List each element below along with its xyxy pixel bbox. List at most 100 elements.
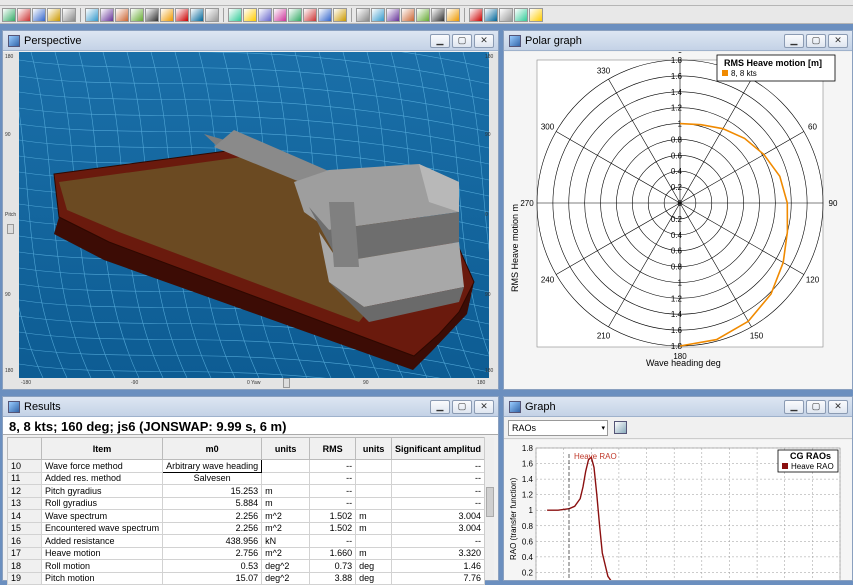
toolbar-button-icon[interactable] — [160, 7, 174, 22]
table-cell[interactable]: deg^2 — [261, 571, 311, 585]
table-cell[interactable]: -- — [391, 534, 485, 548]
table-cell[interactable]: 15.253 — [162, 484, 263, 498]
table-cell[interactable]: 3.320 — [391, 546, 485, 560]
table-cell[interactable]: Wave spectrum — [40, 509, 164, 523]
toolbar-button-icon[interactable] — [446, 7, 460, 22]
toolbar-button-icon[interactable] — [243, 7, 257, 22]
toolbar-button-icon[interactable] — [100, 7, 114, 22]
table-cell[interactable]: 2.756 — [162, 546, 263, 560]
toolbar-button-icon[interactable] — [62, 7, 76, 22]
table-cell[interactable]: -- — [309, 459, 357, 473]
table-cell[interactable] — [261, 459, 311, 473]
table-row[interactable]: 17 Heave motion 2.756 m^2 1.660 m 3.320 — [7, 546, 485, 560]
table-cell[interactable]: m — [355, 521, 393, 535]
column-header[interactable]: units — [355, 437, 393, 460]
yaw-slider[interactable] — [283, 378, 290, 388]
table-cell[interactable] — [355, 471, 393, 485]
table-row[interactable]: 19 Pitch motion 15.07 deg^2 3.88 deg 7.76 — [7, 571, 485, 585]
close-button[interactable]: ✕ — [828, 399, 848, 414]
maximize-button[interactable]: ▢ — [452, 33, 472, 48]
close-button[interactable]: ✕ — [474, 33, 494, 48]
table-cell[interactable]: Wave force method — [40, 459, 164, 473]
pitch-slider[interactable] — [7, 224, 14, 234]
column-header[interactable]: RMS — [309, 437, 357, 460]
polar-titlebar[interactable]: Polar graph ▁ ▢ ✕ — [504, 31, 852, 51]
toolbar-button-icon[interactable] — [115, 7, 129, 22]
scroll-thumb[interactable] — [486, 487, 494, 517]
toolbar-button-icon[interactable] — [484, 7, 498, 22]
table-cell[interactable]: Roll gyradius — [40, 496, 164, 510]
table-cell[interactable]: Pitch motion — [40, 571, 164, 585]
table-cell[interactable]: m — [261, 496, 311, 510]
table-cell[interactable]: -- — [309, 534, 357, 548]
table-cell[interactable]: 5.884 — [162, 496, 263, 510]
toolbar-button-icon[interactable] — [145, 7, 159, 22]
maximize-button[interactable]: ▢ — [452, 399, 472, 414]
table-cell[interactable]: 1.502 — [309, 509, 357, 523]
toolbar-button-icon[interactable] — [47, 7, 61, 22]
table-cell[interactable]: Roll motion — [40, 559, 164, 573]
table-cell[interactable]: -- — [391, 459, 485, 473]
toolbar-button-icon[interactable] — [228, 7, 242, 22]
toolbar-button-icon[interactable] — [333, 7, 347, 22]
table-row[interactable]: 11 Added res. method Salvesen -- -- — [7, 471, 485, 485]
table-cell[interactable] — [355, 459, 393, 473]
toolbar-button-icon[interactable] — [529, 7, 543, 22]
table-cell[interactable] — [355, 534, 393, 548]
toolbar-button-icon[interactable] — [175, 7, 189, 22]
results-titlebar[interactable]: Results ▁ ▢ ✕ — [3, 397, 498, 417]
table-row[interactable]: 13 Roll gyradius 5.884 m -- -- — [7, 496, 485, 510]
toolbar-button-icon[interactable] — [499, 7, 513, 22]
close-button[interactable]: ✕ — [828, 33, 848, 48]
column-header[interactable]: m0 — [162, 437, 263, 460]
table-cell[interactable]: Salvesen — [162, 471, 263, 485]
table-cell[interactable]: m — [261, 484, 311, 498]
table-cell[interactable]: 1.46 — [391, 559, 485, 573]
table-cell[interactable] — [261, 471, 311, 485]
table-row[interactable]: 15 Encountered wave spectrum 2.256 m^2 1.502… — [7, 521, 485, 535]
toolbar-button-icon[interactable] — [258, 7, 272, 22]
results-scrollbar[interactable] — [484, 437, 494, 580]
table-row[interactable]: 18 Roll motion 0.53 deg^2 0.73 deg 1.46 — [7, 559, 485, 573]
minimize-button[interactable]: ▁ — [784, 399, 804, 414]
graph-titlebar[interactable]: Graph ▁ ▢ ✕ — [504, 397, 852, 417]
table-cell[interactable]: 2.256 — [162, 521, 263, 535]
table-cell[interactable]: 0.53 — [162, 559, 263, 573]
table-cell[interactable]: -- — [309, 496, 357, 510]
toolbar-button-icon[interactable] — [130, 7, 144, 22]
table-cell[interactable]: kN — [261, 534, 311, 548]
table-cell[interactable]: deg — [355, 559, 393, 573]
table-row[interactable]: 16 Added resistance 438.956 kN -- -- — [7, 534, 485, 548]
perspective-view[interactable]: 180 90 Pitch 90 180 180 90 0 90 180 -180… — [0, 11, 620, 453]
table-cell[interactable]: 3.004 — [391, 521, 485, 535]
toolbar-button-icon[interactable] — [386, 7, 400, 22]
minimize-button[interactable]: ▁ — [430, 33, 450, 48]
minimize-button[interactable]: ▁ — [430, 399, 450, 414]
table-cell[interactable]: Heave motion — [40, 546, 164, 560]
toolbar-button-icon[interactable] — [469, 7, 483, 22]
table-cell[interactable]: 438.956 — [162, 534, 263, 548]
table-cell[interactable]: 15.07 — [162, 571, 263, 585]
toolbar-button-icon[interactable] — [318, 7, 332, 22]
toolbar-button-icon[interactable] — [371, 7, 385, 22]
column-header[interactable]: Significant amplitud — [391, 437, 485, 460]
minimize-button[interactable]: ▁ — [784, 33, 804, 48]
3d-view[interactable] — [0, 11, 620, 453]
table-cell[interactable]: Added res. method — [40, 471, 164, 485]
toolbar-button-icon[interactable] — [2, 7, 16, 22]
table-cell[interactable]: -- — [309, 484, 357, 498]
table-cell[interactable]: Arbitrary wave heading — [162, 459, 263, 473]
column-header[interactable]: Item — [40, 437, 164, 460]
table-cell[interactable]: deg^2 — [261, 559, 311, 573]
toolbar-button-icon[interactable] — [190, 7, 204, 22]
toolbar-button-icon[interactable] — [401, 7, 415, 22]
table-row[interactable]: 14 Wave spectrum 2.256 m^2 1.502 m 3.004 — [7, 509, 485, 523]
table-cell[interactable]: 1.502 — [309, 521, 357, 535]
table-row[interactable]: 12 Pitch gyradius 15.253 m -- -- — [7, 484, 485, 498]
perspective-titlebar[interactable]: Perspective ▁ ▢ ✕ — [3, 31, 498, 51]
table-cell[interactable]: m — [355, 546, 393, 560]
close-button[interactable]: ✕ — [474, 399, 494, 414]
toolbar-button-icon[interactable] — [431, 7, 445, 22]
table-cell[interactable]: 1.660 — [309, 546, 357, 560]
table-row[interactable]: 10 Wave force method Arbitrary wave headin… — [7, 459, 485, 473]
